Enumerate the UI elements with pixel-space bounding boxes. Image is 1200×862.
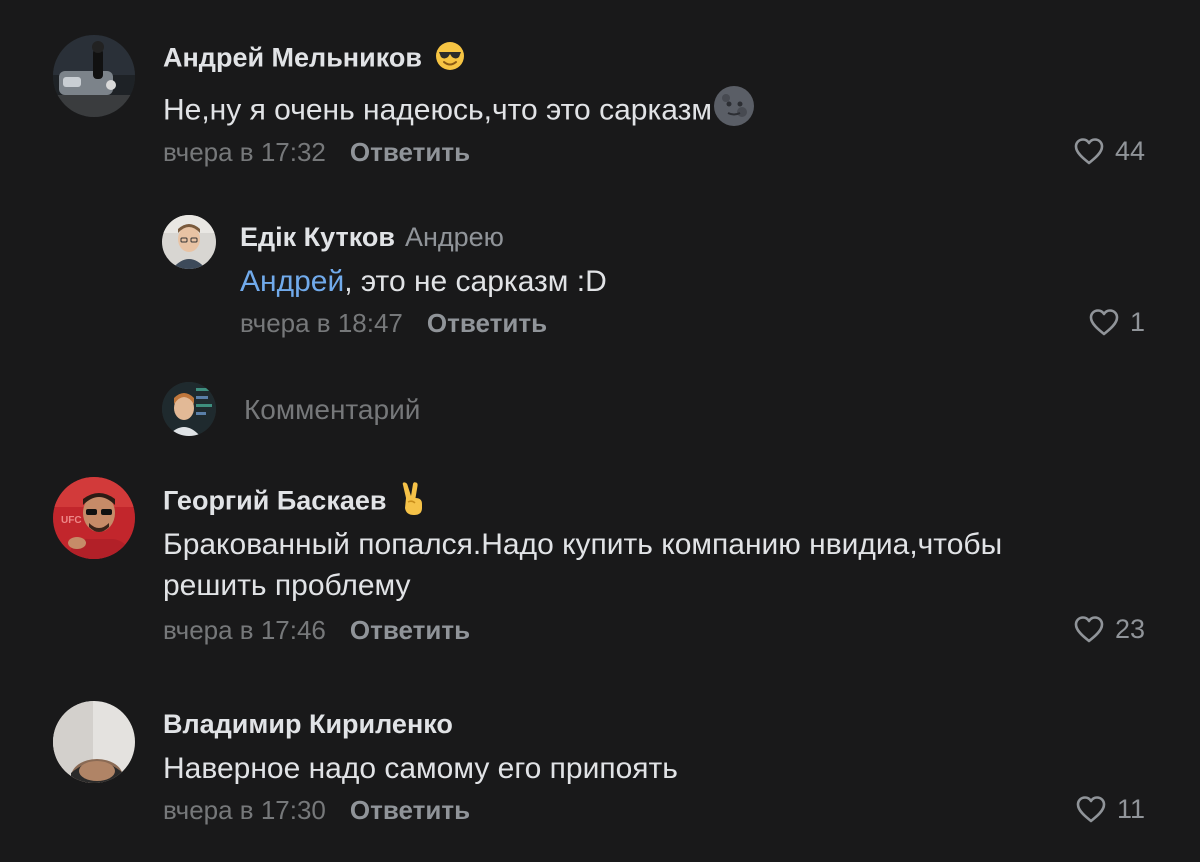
author-name[interactable]: Владимир Кириленко (163, 709, 453, 739)
reply-to-name[interactable]: Андрею (405, 222, 504, 252)
reply-button[interactable]: Ответить (350, 137, 470, 167)
comment-time[interactable]: вчера в 17:30 (163, 795, 326, 825)
author-name[interactable]: Едік Кутков (240, 222, 395, 252)
reply-button[interactable]: Ответить (350, 615, 470, 645)
victory-hand-emoji-icon (400, 482, 426, 523)
comment-text-content: Наверное надо самому его припоять (163, 752, 678, 785)
like-count: 11 (1116, 794, 1145, 824)
comment-meta: вчера в 17:30 Ответить (163, 794, 470, 826)
comment-input[interactable]: Комментарий (244, 393, 420, 427)
current-user-avatar (162, 382, 216, 436)
comment-text-line: решить проблему (163, 569, 411, 602)
avatar[interactable] (53, 35, 135, 117)
author-name[interactable]: Андрей Мельников (163, 43, 422, 73)
comment-text: Бракованный попался.Надо купить компанию… (163, 524, 1002, 606)
comment-meta: вчера в 18:47 Ответить (240, 307, 547, 339)
like-button[interactable]: 44 (1073, 135, 1145, 167)
comment-author[interactable]: Едік Кутков Андрею (240, 221, 504, 253)
like-button[interactable]: 23 (1073, 613, 1145, 645)
comment-text-line: Бракованный попался.Надо купить компанию… (163, 528, 1003, 561)
mention-link[interactable]: Андрей (240, 265, 344, 298)
heart-icon (1074, 138, 1104, 165)
reply-button[interactable]: Ответить (350, 795, 470, 825)
like-count: 23 (1114, 614, 1145, 644)
new-moon-face-emoji-icon (712, 84, 756, 139)
like-button[interactable]: 11 (1075, 793, 1145, 825)
sunglasses-emoji-icon (435, 41, 465, 78)
comment-text: Наверное надо самому его припоять (163, 748, 678, 789)
author-name[interactable]: Георгий Баскаев (163, 486, 386, 516)
heart-icon (1074, 616, 1104, 643)
comment-text: Не,ну я очень надеюсь,что это сарказм (163, 84, 756, 139)
comment-text-content: , это не сарказм :D (344, 265, 607, 298)
like-button[interactable]: 1 (1088, 306, 1145, 338)
avatar[interactable]: UFC (53, 477, 135, 559)
comment-meta: вчера в 17:46 Ответить (163, 614, 470, 646)
like-count: 44 (1114, 136, 1145, 166)
reply-button[interactable]: Ответить (427, 308, 547, 338)
comment-author[interactable]: Андрей Мельников (163, 41, 465, 78)
comment-meta: вчера в 17:32 Ответить (163, 136, 470, 168)
comment-author[interactable]: Владимир Кириленко (163, 708, 453, 740)
svg-text:UFC: UFC (61, 515, 82, 526)
comment-text-content: Не,ну я очень надеюсь,что это сарказм (163, 93, 712, 127)
heart-icon (1076, 796, 1106, 823)
comment-time[interactable]: вчера в 17:46 (163, 615, 326, 645)
like-count: 1 (1129, 307, 1145, 337)
avatar[interactable] (53, 701, 135, 783)
comment-author[interactable]: Георгий Баскаев (163, 482, 426, 523)
comment-text: Андрей, это не сарказм :D (240, 261, 607, 302)
comment-time[interactable]: вчера в 17:32 (163, 137, 326, 167)
avatar[interactable] (162, 215, 216, 269)
comment-time[interactable]: вчера в 18:47 (240, 308, 403, 338)
heart-icon (1089, 309, 1119, 336)
